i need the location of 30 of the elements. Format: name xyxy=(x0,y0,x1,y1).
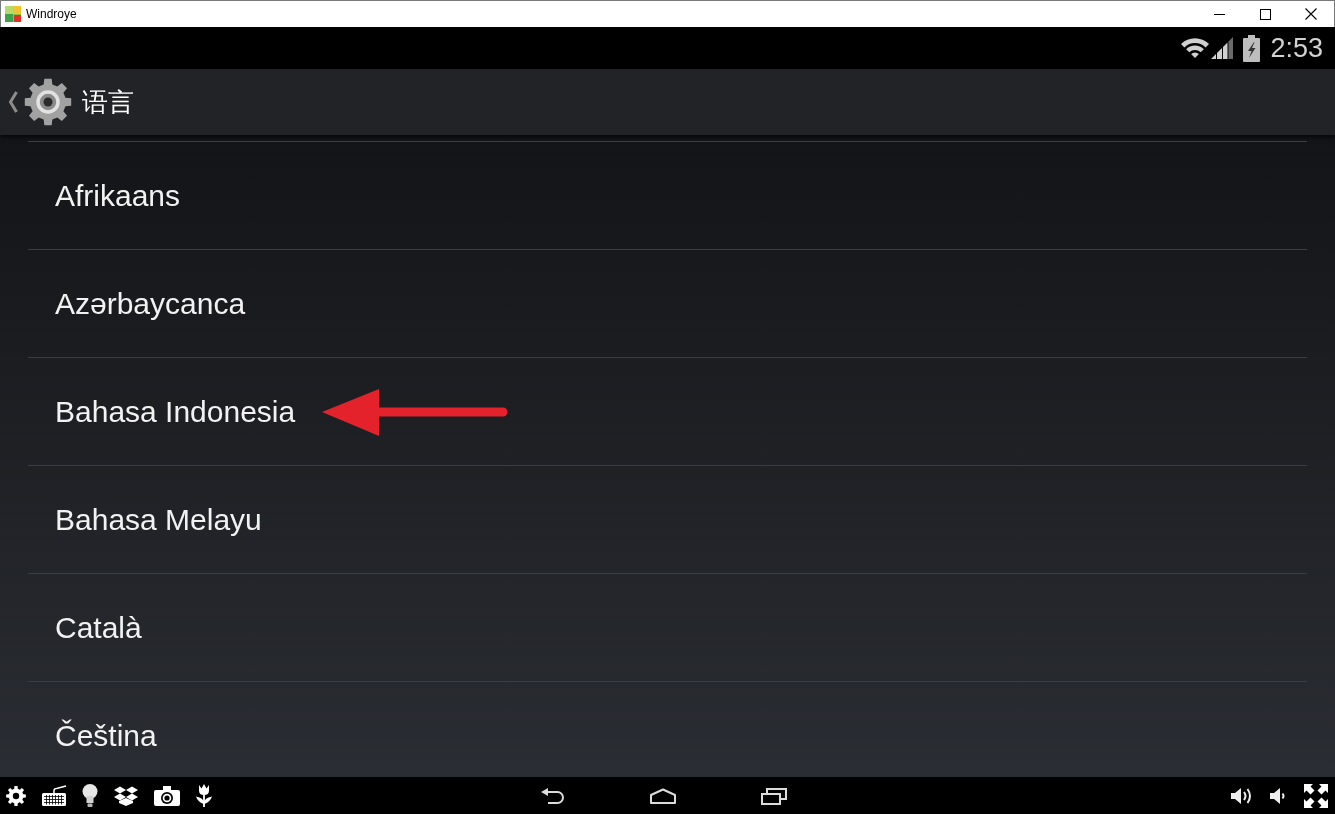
minimize-icon[interactable] xyxy=(1213,13,1225,15)
language-item[interactable]: Català xyxy=(28,573,1307,681)
fullscreen-icon[interactable] xyxy=(1304,783,1328,808)
window-title: Windroye xyxy=(26,7,77,21)
chevron-left-icon[interactable] xyxy=(8,91,18,113)
recent-apps-icon[interactable] xyxy=(761,786,787,805)
light-bulb-icon[interactable] xyxy=(82,784,98,807)
language-item[interactable]: Azərbaycanca xyxy=(28,249,1307,357)
battery-charging-icon xyxy=(1243,34,1261,62)
home-icon[interactable] xyxy=(649,787,677,804)
app-logo-icon xyxy=(5,6,21,22)
maximize-icon[interactable] xyxy=(1259,8,1271,20)
tulip-icon[interactable] xyxy=(195,784,213,807)
wifi-icon xyxy=(1181,37,1210,59)
arrow-icon xyxy=(322,388,509,438)
close-icon[interactable] xyxy=(1305,8,1317,20)
signal-icon xyxy=(1211,37,1234,59)
volume-down-icon[interactable] xyxy=(1269,785,1285,806)
gear-icon[interactable] xyxy=(24,78,72,126)
language-item[interactable]: Afrikaans xyxy=(28,141,1307,249)
box-icon[interactable] xyxy=(113,785,139,806)
status-time: 2:53 xyxy=(1270,32,1323,64)
camera-icon[interactable] xyxy=(154,785,180,806)
settings-icon[interactable] xyxy=(6,785,26,806)
language-item[interactable]: Bahasa Melayu xyxy=(28,465,1307,573)
keyboard-icon[interactable] xyxy=(41,784,67,807)
screen-title: 语言 xyxy=(82,85,134,119)
volume-up-icon[interactable] xyxy=(1230,785,1254,806)
language-item[interactable]: Bahasa Indonesia xyxy=(28,357,1307,465)
back-icon[interactable] xyxy=(541,787,565,804)
